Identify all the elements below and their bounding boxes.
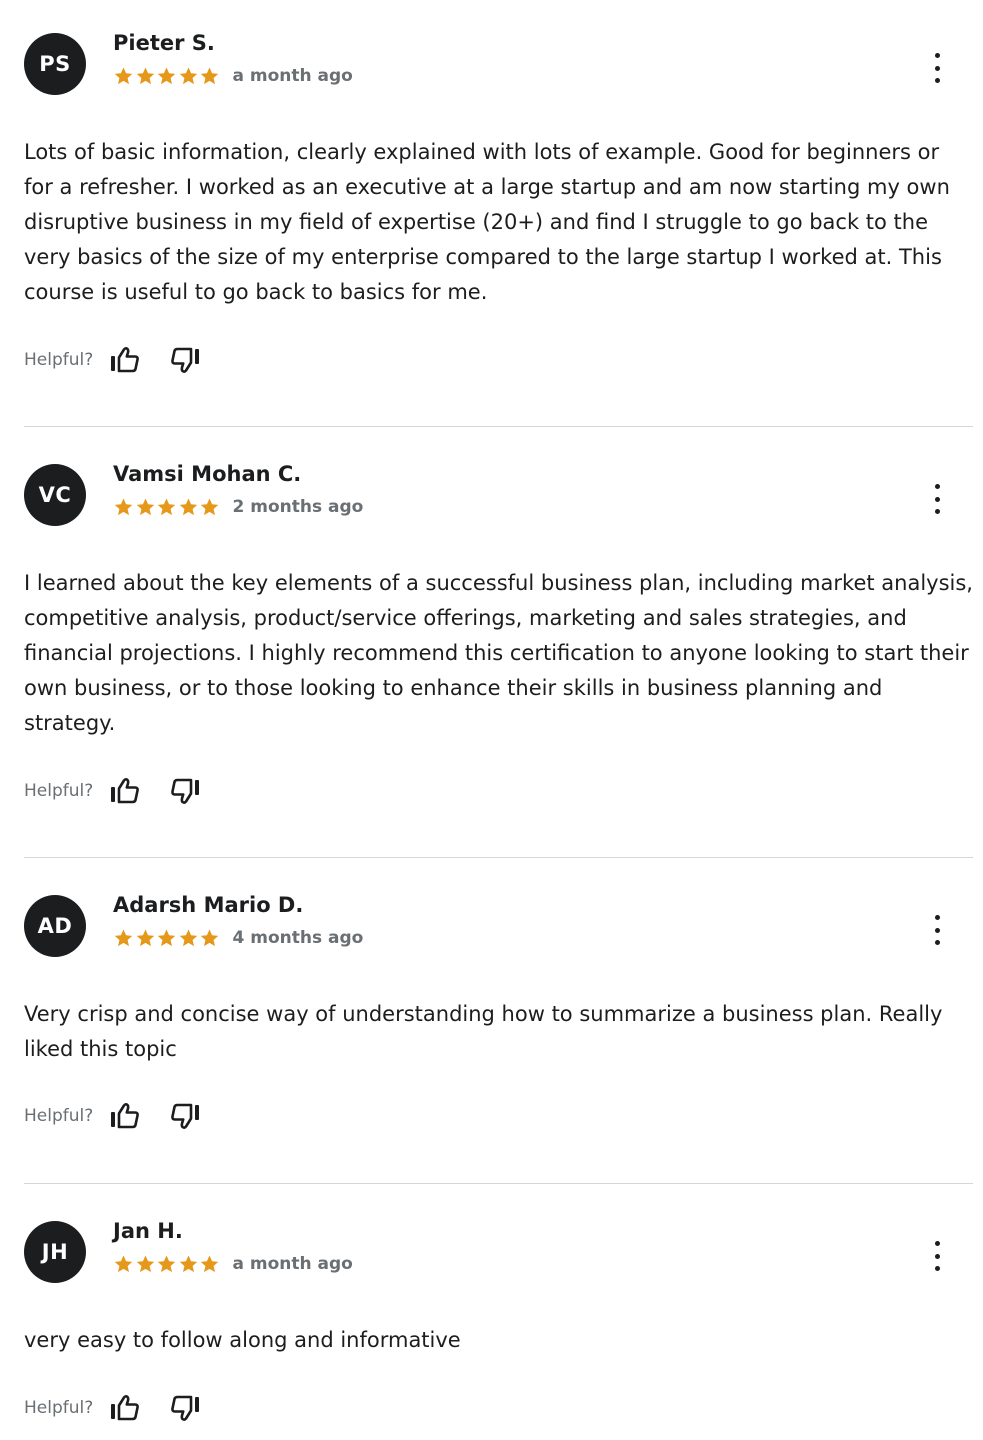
review-card: JH Jan H. a month ago very easy to follo… xyxy=(24,1219,973,1421)
star-icon xyxy=(200,929,219,947)
helpful-label: Helpful? xyxy=(24,781,94,801)
avatar: AD xyxy=(24,895,86,957)
star-icon xyxy=(157,929,176,947)
avatar: VC xyxy=(24,464,86,526)
avatar: PS xyxy=(24,33,86,95)
star-icon xyxy=(136,1255,154,1273)
helpful-row: Helpful? xyxy=(24,344,227,376)
review-header: AD Adarsh Mario D. 4 months ago xyxy=(24,893,973,965)
thumbs-down-icon xyxy=(171,1103,200,1129)
more-options-button[interactable] xyxy=(927,915,947,945)
thumbs-down-icon xyxy=(171,778,200,804)
review-text: very easy to follow along and informativ… xyxy=(24,1328,461,1352)
thumbs-down-button[interactable] xyxy=(167,1100,203,1132)
review-time: a month ago xyxy=(232,66,353,86)
rating-row: 2 months ago xyxy=(113,497,363,517)
star-icon xyxy=(179,929,197,947)
helpful-row: Helpful? xyxy=(24,1392,227,1424)
review-card: VC Vamsi Mohan C. 2 months ago I learned… xyxy=(24,462,973,804)
helpful-row: Helpful? xyxy=(24,775,227,807)
review-card: PS Pieter S. a month ago Lots of basic i… xyxy=(24,31,973,373)
rating-row: a month ago xyxy=(113,1254,353,1274)
helpful-label: Helpful? xyxy=(24,1398,94,1418)
thumbs-up-icon xyxy=(111,1395,140,1421)
star-icon xyxy=(179,67,197,85)
thumbs-down-icon xyxy=(171,1395,200,1421)
review-time: 4 months ago xyxy=(232,928,364,948)
review-header: JH Jan H. a month ago xyxy=(24,1219,973,1291)
dot-icon xyxy=(934,927,940,933)
divider xyxy=(24,1183,973,1184)
thumbs-down-button[interactable] xyxy=(167,775,203,807)
rating-row: 4 months ago xyxy=(113,928,363,948)
helpful-row: Helpful? xyxy=(24,1100,227,1132)
dot-icon xyxy=(934,1266,940,1271)
thumbs-up-icon xyxy=(111,347,140,373)
star-icon xyxy=(136,67,154,85)
thumbs-up-icon xyxy=(111,778,140,804)
thumbs-up-button[interactable] xyxy=(107,1100,143,1132)
thumbs-down-button[interactable] xyxy=(167,344,203,376)
dot-icon xyxy=(934,1253,940,1259)
star-icon xyxy=(200,498,219,516)
review-time: a month ago xyxy=(232,1254,353,1274)
review-card: AD Adarsh Mario D. 4 months ago Very cri… xyxy=(24,893,973,1129)
star-icon xyxy=(179,1255,197,1273)
star-icon xyxy=(136,929,154,947)
rating-row: a month ago xyxy=(113,66,353,86)
thumbs-up-button[interactable] xyxy=(107,344,143,376)
star-icon xyxy=(179,498,197,516)
dot-icon xyxy=(934,509,940,514)
helpful-label: Helpful? xyxy=(24,350,94,370)
dot-icon xyxy=(934,1241,940,1246)
reviewer-name: Adarsh Mario D. xyxy=(113,893,304,917)
thumbs-up-button[interactable] xyxy=(107,1392,143,1424)
divider xyxy=(24,426,973,427)
reviewer-name: Pieter S. xyxy=(113,31,215,55)
dot-icon xyxy=(934,940,940,945)
more-options-button[interactable] xyxy=(927,53,947,83)
star-icon xyxy=(200,67,219,85)
star-rating xyxy=(113,1254,221,1274)
star-rating xyxy=(113,928,221,948)
star-icon xyxy=(114,67,133,85)
review-text: I learned about the key elements of a su… xyxy=(24,571,973,735)
star-icon xyxy=(114,1255,133,1273)
review-text: Very crisp and concise way of understand… xyxy=(24,1002,943,1061)
review-text: Lots of basic information, clearly expla… xyxy=(24,140,950,304)
dot-icon xyxy=(934,484,940,489)
dot-icon xyxy=(934,496,940,502)
star-icon xyxy=(136,498,154,516)
star-icon xyxy=(114,929,133,947)
review-header: PS Pieter S. a month ago xyxy=(24,31,973,103)
thumbs-up-icon xyxy=(111,1103,140,1129)
divider xyxy=(24,857,973,858)
star-icon xyxy=(157,1255,176,1273)
dot-icon xyxy=(934,78,940,83)
dot-icon xyxy=(934,65,940,71)
review-header: VC Vamsi Mohan C. 2 months ago xyxy=(24,462,973,534)
reviewer-name: Jan H. xyxy=(113,1219,183,1243)
star-icon xyxy=(114,498,133,516)
avatar: JH xyxy=(24,1221,86,1283)
thumbs-down-button[interactable] xyxy=(167,1392,203,1424)
reviewer-name: Vamsi Mohan C. xyxy=(113,462,302,486)
star-icon xyxy=(157,67,176,85)
helpful-label: Helpful? xyxy=(24,1106,94,1126)
star-icon xyxy=(157,498,176,516)
dot-icon xyxy=(934,53,940,58)
star-rating xyxy=(113,497,221,517)
thumbs-down-icon xyxy=(171,347,200,373)
dot-icon xyxy=(934,915,940,920)
thumbs-up-button[interactable] xyxy=(107,775,143,807)
more-options-button[interactable] xyxy=(927,1241,947,1271)
star-rating xyxy=(113,66,221,86)
star-icon xyxy=(200,1255,219,1273)
review-time: 2 months ago xyxy=(232,497,364,517)
more-options-button[interactable] xyxy=(927,484,947,514)
